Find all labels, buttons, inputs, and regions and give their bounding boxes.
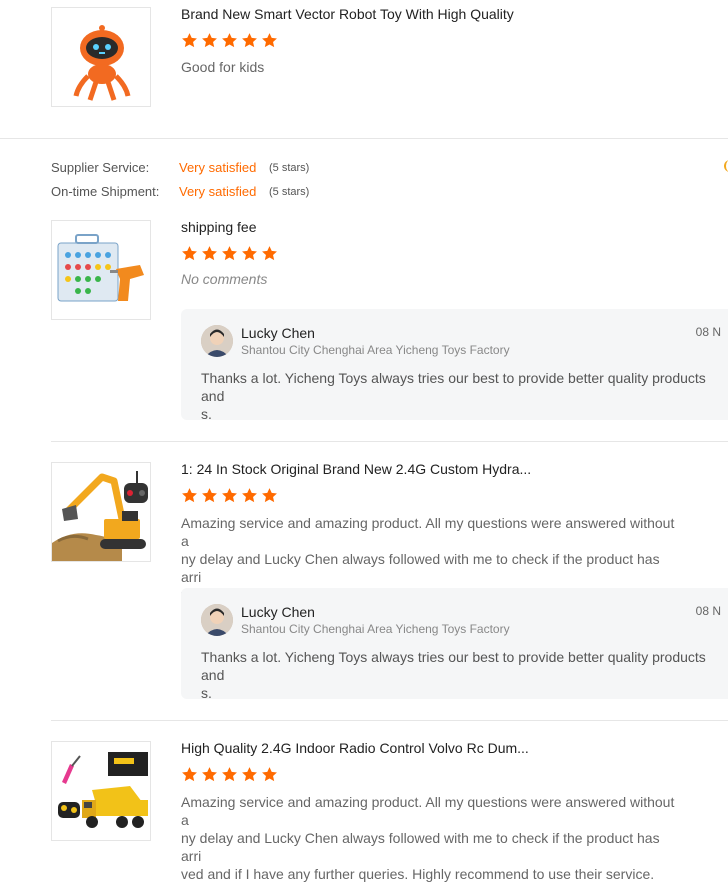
reply-text: Thanks a lot. Yicheng Toys always tries … (201, 649, 706, 701)
product-title[interactable]: shipping fee (181, 219, 257, 235)
reply-author-name: Lucky Chen (241, 325, 315, 341)
product-thumbnail-robot[interactable] (51, 7, 151, 107)
rating-stars (181, 245, 278, 263)
star-icon (241, 32, 258, 49)
product-thumbnail-excavator[interactable] (51, 462, 151, 562)
star-icon (241, 487, 258, 504)
section-divider (0, 138, 728, 139)
star-icon (201, 245, 218, 262)
product-title[interactable]: 1: 24 In Stock Original Brand New 2.4G C… (181, 461, 531, 477)
star-icon (221, 245, 238, 262)
star-icon (181, 487, 198, 504)
review-divider (51, 441, 728, 442)
ontime-shipment-label: On-time Shipment: (51, 184, 160, 199)
star-icon (201, 32, 218, 49)
reply-text: Thanks a lot. Yicheng Toys always tries … (201, 370, 706, 422)
star-icon (221, 32, 238, 49)
star-icon (221, 487, 238, 504)
robot-toy-image (73, 25, 131, 101)
product-title[interactable]: Brand New Smart Vector Robot Toy With Hi… (181, 6, 514, 22)
reply-author-company: Shantou City Chenghai Area Yicheng Toys … (241, 343, 510, 357)
star-icon (181, 32, 198, 49)
rating-stars (181, 487, 278, 505)
dump-truck-image (58, 752, 148, 828)
ontime-shipment-count: (5 stars) (269, 186, 310, 198)
reply-author-company: Shantou City Chenghai Area Yicheng Toys … (241, 622, 510, 636)
star-icon (221, 766, 238, 783)
star-icon (241, 245, 258, 262)
star-icon (181, 766, 198, 783)
reply-date: 08 N (695, 604, 721, 618)
partial-indicator (724, 160, 728, 172)
supplier-service-label: Supplier Service: (51, 160, 150, 175)
rating-stars (181, 766, 278, 784)
product-title[interactable]: High Quality 2.4G Indoor Radio Control V… (181, 740, 529, 756)
star-icon (261, 766, 278, 783)
star-icon (181, 245, 198, 262)
avatar (201, 604, 233, 636)
review-divider (51, 720, 728, 721)
ontime-shipment-value: Very satisfied (179, 184, 257, 199)
reply-author-name: Lucky Chen (241, 604, 315, 620)
avatar (201, 325, 233, 357)
star-icon (261, 245, 278, 262)
star-icon (241, 766, 258, 783)
reply-date: 08 N (695, 325, 721, 339)
product-thumbnail-dump-truck[interactable] (51, 741, 151, 841)
rating-stars (181, 32, 278, 50)
supplier-reply: Lucky Chen Shantou City Chenghai Area Yi… (181, 309, 728, 422)
supplier-service-count: (5 stars) (269, 162, 310, 174)
product-thumbnail-drill-set[interactable] (51, 220, 151, 320)
star-icon (261, 32, 278, 49)
excavator-image (52, 471, 148, 561)
supplier-service-value: Very satisfied (179, 160, 257, 175)
review-comment: No comments (181, 271, 268, 287)
drill-toy-image (57, 234, 144, 302)
supplier-reply: Lucky Chen Shantou City Chenghai Area Yi… (181, 588, 728, 701)
star-icon (201, 487, 218, 504)
star-icon (201, 766, 218, 783)
review-comment: Good for kids (181, 59, 265, 75)
review-comment: Amazing service and amazing product. All… (181, 794, 675, 882)
star-icon (261, 487, 278, 504)
